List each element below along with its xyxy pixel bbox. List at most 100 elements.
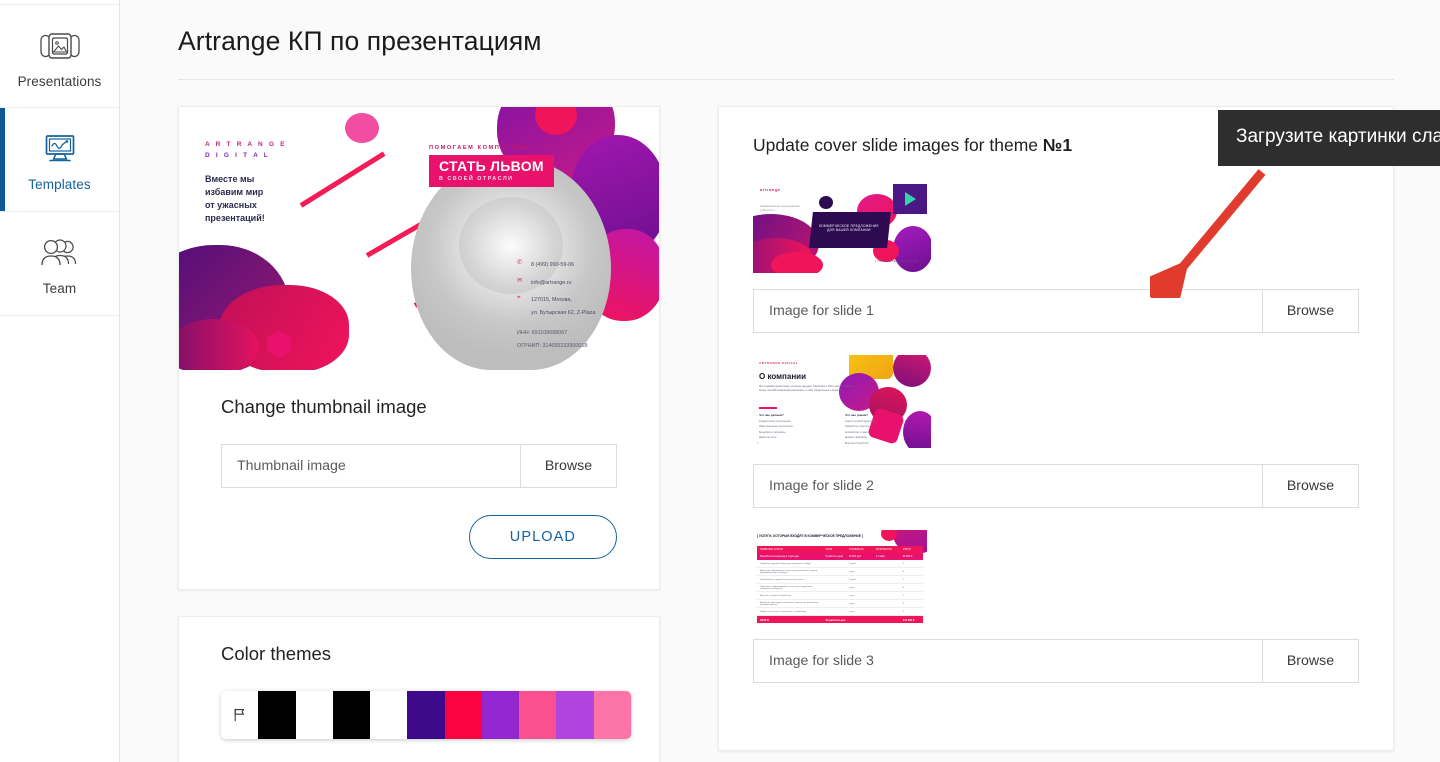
thumbnail-section: Change thumbnail image Thumbnail image B…: [179, 370, 659, 589]
color-swatch-7[interactable]: [481, 691, 520, 739]
s2-columns: Что мы делаем? Коммерческие предложения …: [759, 413, 921, 447]
s1-logo: artrange: [760, 187, 781, 192]
hero-top-label: ПОМОГАЕМ КОМПАНИЯМ: [429, 145, 530, 151]
s3-r5-c2: 3 дня: [848, 602, 855, 605]
s3-r0-c2: 5 дней: [848, 562, 856, 565]
s2-col1-item-2: Брендбуки и гайдлайны: [759, 430, 786, 434]
s3-r4-c4: 1: [902, 594, 904, 597]
s3-total-0: ИТОГО: [760, 618, 769, 622]
s3-r5-c1: [823, 600, 846, 607]
color-swatch-8[interactable]: [519, 691, 557, 739]
color-swatch-4[interactable]: [370, 691, 408, 739]
color-swatch-5[interactable]: [407, 691, 445, 739]
s3-hl-4: 25 000 ₽: [902, 555, 913, 558]
template-hero-preview: A R T R A N G E D I G I T A L Вместе мы …: [179, 107, 659, 370]
s2-col2-item-2: Копирайтинг и смыслы: [845, 430, 871, 434]
s3-r0-c3: [873, 560, 900, 567]
hero-contact-address: 127015, Москва, ул. Бутырская 62, Z-Plaz…: [531, 294, 595, 319]
s3-row-1: Адаптация фирменного стиля под презентац…: [757, 568, 923, 576]
color-swatch-2[interactable]: [295, 691, 333, 739]
slide-3-file-row[interactable]: Image for slide 3 Browse: [753, 639, 1359, 683]
hero-contact-email: info@artrange.ru: [531, 279, 572, 286]
s3-r1-c4: 4: [902, 570, 904, 573]
slide-1-browse-button[interactable]: Browse: [1262, 290, 1358, 332]
hero-address-line2: ул. Бутырская 62, Z-Plaza: [531, 309, 596, 316]
hero-contact-legal: ИНН: 691108688067 ОГРНИП: 31469523390001…: [517, 327, 595, 352]
slides-panel-title-theme: №1: [1042, 135, 1073, 155]
sidebar-item-templates[interactable]: Templates: [0, 108, 119, 212]
color-theme-swatch-strip[interactable]: [221, 691, 631, 739]
slide-3-file-input[interactable]: Image for slide 3: [754, 640, 1262, 682]
presentation-screen-icon: [39, 24, 80, 68]
s3-highlight-row: Разработка концепции и структуры 5 рабоч…: [757, 553, 923, 560]
hero-ogrnip: ОГРНИП: 314695233900018: [517, 342, 588, 349]
hero-brand: A R T R A N G E D I G I T A L: [205, 139, 287, 161]
s2-col2-heading: Что мы умеем?: [845, 413, 869, 417]
color-swatch-10[interactable]: [593, 691, 631, 739]
s3-row-4: Вёрстка и сборка в PowerPoint 2 дня 1: [757, 592, 923, 600]
s2-brand: ARTRANGE DIGITAL: [759, 361, 799, 365]
thumbnail-file-input[interactable]: Thumbnail image: [222, 445, 520, 487]
slides-panel-title-prefix: Update cover slide images for theme: [753, 135, 1043, 155]
s3-hl-0: Разработка концепции и структуры: [760, 555, 799, 558]
hero-inn: ИНН: 691108688067: [517, 330, 568, 336]
hero-tagline: Вместе мы избавим мир от ужасных презент…: [205, 174, 265, 223]
color-themes-title: Color themes: [221, 643, 332, 664]
s3-r3-c1: [823, 584, 846, 591]
slides-panel: Update cover slide images for theme №1 a…: [718, 106, 1394, 751]
s2-rule: [759, 407, 777, 409]
s3-r6-c4: 2: [902, 610, 904, 613]
s3-r5-c3: [873, 600, 900, 607]
s3-row-5: Анимация переходов и ключевых элементов,…: [757, 600, 923, 608]
s3-r0-c4: 2: [902, 562, 904, 565]
s3-col-0: НАЗВАНИЕ УСЛУГИ: [760, 548, 783, 551]
s3-total-3: [873, 616, 900, 623]
s2-page-number: 4: [757, 442, 759, 445]
right-column: Update cover slide images for theme №1 a…: [718, 106, 1394, 751]
s3-r6-c3: [873, 608, 900, 615]
color-swatch-6[interactable]: [444, 691, 482, 739]
hero-contact-email-row: ✉ info@artrange.ru: [517, 277, 595, 290]
color-swatch-9[interactable]: [556, 691, 594, 739]
slide-2-browse-button[interactable]: Browse: [1262, 465, 1358, 507]
s3-total-row: ИТОГО 24 рабочих дня 141 500 ₽: [757, 616, 923, 623]
s3-r6-c0: Правки по итогам согласования с заказчик…: [760, 610, 807, 613]
s3-r6-c2: 2 дня: [848, 610, 855, 613]
thumbnail-browse-button[interactable]: Browse: [520, 445, 616, 487]
slide-2-file-input[interactable]: Image for slide 2: [754, 465, 1262, 507]
s3-r3-c2: 4 дня: [848, 586, 855, 589]
s2-heading: О компании: [759, 372, 806, 381]
sidebar-item-label-templates: Templates: [28, 177, 91, 192]
s3-r4-c3: [873, 592, 900, 599]
s3-r2-c4: 1: [902, 578, 904, 581]
flag-icon: [232, 707, 248, 723]
color-swatch-3[interactable]: [332, 691, 371, 739]
upload-button[interactable]: UPLOAD: [468, 515, 617, 559]
color-swatch-0[interactable]: [221, 691, 259, 739]
s3-hl-2: 25 000 руб.: [848, 555, 862, 558]
s3-r3-c4: 6: [902, 586, 904, 589]
slide-3-browse-button[interactable]: Browse: [1262, 640, 1358, 682]
s3-r0-c1: [823, 560, 846, 567]
s1-center-text: КОММЕРЧЕСКОЕ ПРЕДЛОЖЕНИЕ ДЛЯ ВАШЕЙ КОМПА…: [819, 224, 879, 232]
s3-col-4: ИТОГО: [902, 548, 911, 551]
s3-col-3: КОЛИЧЕСТВО: [875, 548, 892, 551]
s2-col1-item-3: Маркетинг-киты: [759, 436, 777, 440]
s2-col1-item-1: Инвестиционные презентации: [759, 425, 793, 429]
thumbnail-file-row[interactable]: Thumbnail image Browse: [221, 444, 617, 488]
s2-col2-item-1: Разработка структуры: [845, 425, 870, 429]
sidebar-item-label-presentations: Presentations: [17, 73, 102, 89]
s3-hl-3: 1 слайд: [875, 555, 885, 558]
slide-thumbnail-1: artrange Коммерческое предложение [ Лого…: [753, 180, 931, 273]
hero-contact-address-row: ⌖ 127015, Москва, ул. Бутырская 62, Z-Pl…: [517, 294, 595, 319]
color-swatch-1[interactable]: [258, 691, 296, 739]
slide-2-file-row[interactable]: Image for slide 2 Browse: [753, 464, 1359, 508]
hero-contact-phone: 8 (499) 990-59-06: [531, 262, 575, 268]
sidebar-item-team[interactable]: Team: [0, 212, 119, 316]
sidebar-item-presentations[interactable]: Presentations: [0, 4, 119, 108]
app-root: Presentations Templates Team Artrange КП…: [0, 0, 1440, 762]
mail-icon: ✉: [517, 276, 523, 284]
s3-col-1: СРОК: [825, 548, 833, 551]
monitor-chart-icon: [40, 127, 80, 171]
people-group-icon: [37, 231, 83, 275]
